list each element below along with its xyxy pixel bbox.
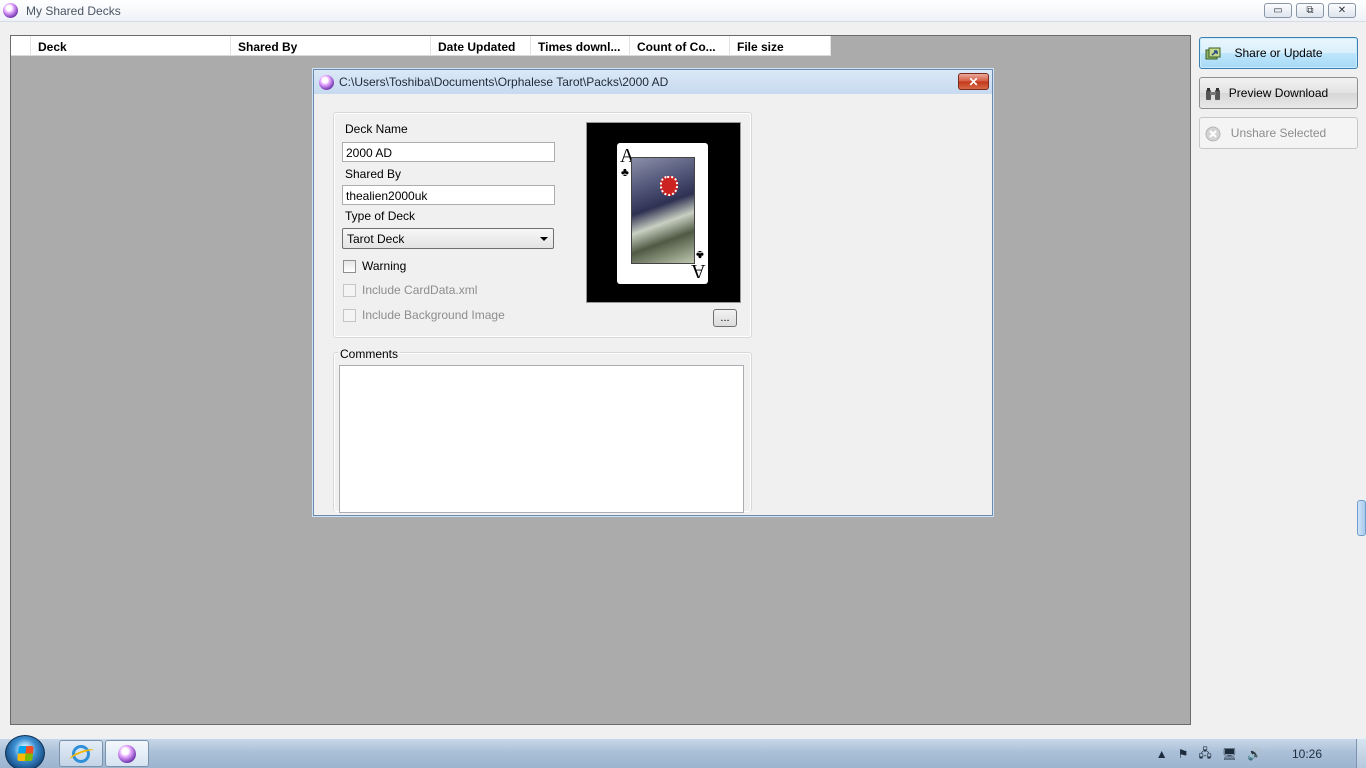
deck-name-input[interactable]: 2000 AD: [342, 142, 555, 162]
card-suit-top: ♣: [621, 165, 629, 179]
include-carddata-label: Include CardData.xml: [362, 283, 478, 297]
restore-button[interactable]: ⧉: [1296, 3, 1324, 18]
shared-by-input[interactable]: thealien2000uk: [342, 185, 555, 205]
system-tray: ▲ ⚑ 🖧 🖥 🔊 10:26: [1156, 739, 1366, 768]
window-title: My Shared Decks: [26, 4, 121, 18]
column-header-deck[interactable]: Deck: [31, 36, 231, 56]
column-header-count-of-cards[interactable]: Count of Co...: [630, 36, 730, 56]
show-hidden-icons-icon[interactable]: ▲: [1156, 747, 1168, 761]
dialog-close-button[interactable]: ✕: [958, 73, 989, 90]
comments-label: Comments: [338, 347, 401, 361]
column-header-shared-by[interactable]: Shared By: [231, 36, 431, 56]
column-header-date-updated[interactable]: Date Updated: [431, 36, 531, 56]
row-header-corner: [11, 36, 31, 56]
main-title-bar: My Shared Decks ▭ ⧉ ✕: [0, 0, 1366, 22]
card-artwork: [631, 157, 695, 264]
share-icon: [1205, 47, 1221, 60]
dropdown-arrow-icon: [540, 237, 548, 241]
type-of-deck-label: Type of Deck: [345, 209, 416, 223]
dialog-title-bar: C:\Users\Toshiba\Documents\Orphalese Tar…: [314, 70, 992, 94]
dialog-app-icon: [319, 75, 334, 90]
column-header-times-downloaded[interactable]: Times downl...: [531, 36, 630, 56]
card-rank-bottom: A: [690, 260, 705, 282]
windows-logo-icon: [17, 746, 34, 761]
start-button[interactable]: [5, 735, 45, 768]
type-of-deck-select[interactable]: Tarot Deck: [342, 228, 554, 249]
include-background-checkbox-row[interactable]: Include Background Image: [343, 308, 505, 322]
device-icon[interactable]: 🖧: [1198, 744, 1211, 765]
warning-checkbox-row[interactable]: Warning: [343, 259, 406, 273]
preview-download-button[interactable]: Preview Download: [1199, 77, 1358, 109]
deck-info-panel: Deck Name 2000 AD Shared By thealien2000…: [333, 112, 752, 338]
minimize-button[interactable]: ▭: [1264, 3, 1292, 18]
volume-icon[interactable]: 🔊: [1247, 747, 1262, 761]
taskbar-orphalese-tarot[interactable]: [105, 740, 149, 767]
clock[interactable]: 10:26: [1292, 747, 1322, 761]
unshare-selected-button[interactable]: Unshare Selected: [1199, 117, 1358, 149]
deck-name-label: Deck Name: [345, 122, 408, 136]
browse-image-button[interactable]: ...: [713, 309, 737, 327]
network-icon[interactable]: 🖥: [1222, 747, 1237, 761]
include-carddata-checkbox[interactable]: [343, 283, 356, 297]
window-controls: ▭ ⧉ ✕: [1264, 3, 1356, 18]
taskbar-internet-explorer[interactable]: [59, 740, 103, 767]
share-or-update-button[interactable]: Share or Update: [1199, 37, 1358, 69]
unshare-selected-label: Unshare Selected: [1230, 126, 1327, 140]
include-carddata-checkbox-row[interactable]: Include CardData.xml: [343, 283, 477, 297]
binoculars-icon: [1206, 88, 1220, 100]
dialog-title: C:\Users\Toshiba\Documents\Orphalese Tar…: [339, 75, 669, 89]
comments-textarea[interactable]: [339, 365, 744, 513]
scroll-thumb[interactable]: [1357, 500, 1366, 536]
action-center-flag-icon[interactable]: ⚑: [1178, 747, 1189, 761]
warning-checkbox[interactable]: [343, 259, 356, 273]
deck-details-dialog: C:\Users\Toshiba\Documents\Orphalese Tar…: [313, 69, 993, 516]
grid-header: Deck Shared By Date Updated Times downl.…: [11, 36, 831, 56]
orphalese-app-icon: [118, 744, 136, 763]
include-background-label: Include Background Image: [362, 308, 505, 322]
preview-download-label: Preview Download: [1228, 86, 1329, 100]
column-header-file-size[interactable]: File size: [730, 36, 831, 56]
shared-by-label: Shared By: [345, 167, 402, 181]
remove-icon: [1205, 126, 1221, 142]
show-desktop-button[interactable]: [1356, 739, 1366, 768]
card-back-preview: A ♣ ♣ A: [586, 122, 741, 303]
taskbar: ▲ ⚑ 🖧 🖥 🔊 10:26: [0, 735, 1366, 768]
comments-panel: Comments: [333, 347, 752, 513]
include-background-checkbox[interactable]: [343, 308, 356, 322]
type-of-deck-value: Tarot Deck: [347, 232, 405, 246]
close-button[interactable]: ✕: [1328, 3, 1356, 18]
app-icon: [3, 3, 18, 18]
monster-mouth: [660, 176, 678, 196]
internet-explorer-icon: [72, 744, 90, 763]
warning-label: Warning: [362, 259, 407, 273]
share-or-update-label: Share or Update: [1234, 46, 1323, 60]
card-image: A ♣ ♣ A: [617, 143, 708, 284]
